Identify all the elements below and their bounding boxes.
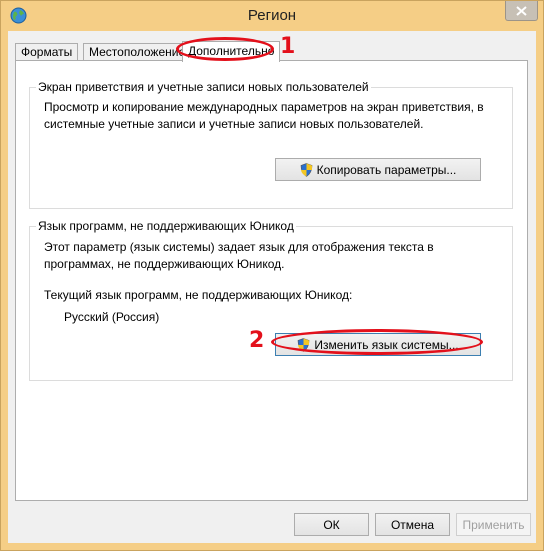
current-language-value: Русский (Россия): [64, 310, 160, 324]
uac-shield-icon: [298, 337, 310, 352]
window-title: Регион: [247, 7, 297, 24]
annotation-number-1: 1: [280, 34, 296, 59]
copy-settings-button[interactable]: Копировать параметры...: [275, 158, 481, 181]
copy-settings-label: Копировать параметры...: [316, 162, 457, 177]
unicode-group-title: Язык программ, не поддерживающих Юникод: [36, 219, 296, 233]
dialog-body: Форматы Местоположение Дополнительно Экр…: [8, 31, 536, 543]
change-system-locale-button[interactable]: Изменить язык системы...: [275, 333, 481, 356]
welcome-screen-group: Экран приветствия и учетные записи новых…: [29, 80, 513, 209]
current-language-label: Текущий язык программ, не поддерживающих…: [44, 288, 353, 302]
tab-panel-administrative: Экран приветствия и учетные записи новых…: [15, 60, 528, 501]
unicode-language-group: Язык программ, не поддерживающих Юникод …: [29, 219, 513, 381]
ok-button[interactable]: ОК: [294, 513, 369, 536]
unicode-description-line2: программах, не поддерживающих Юникод.: [44, 257, 285, 271]
apply-button[interactable]: Применить: [456, 513, 531, 536]
welcome-description-line1: Просмотр и копирование международных пар…: [44, 100, 484, 114]
tab-formats[interactable]: Форматы: [15, 43, 79, 61]
region-dialog: Регион Форматы Местоположение Дополнител…: [0, 0, 544, 551]
uac-shield-icon: [300, 162, 312, 177]
close-button[interactable]: [505, 1, 538, 21]
cancel-button[interactable]: Отмена: [375, 513, 450, 536]
change-system-locale-label: Изменить язык системы...: [314, 337, 459, 352]
unicode-description-line1: Этот параметр (язык системы) задает язык…: [44, 240, 434, 254]
close-icon: [516, 5, 527, 16]
tab-location[interactable]: Местоположение: [83, 43, 192, 61]
welcome-description-line2: системные учетные записи и учетные запис…: [44, 117, 424, 131]
title-bar[interactable]: Регион: [1, 1, 543, 31]
welcome-group-title: Экран приветствия и учетные записи новых…: [36, 80, 371, 94]
annotation-number-2: 2: [249, 328, 265, 353]
tab-administrative[interactable]: Дополнительно: [182, 41, 281, 62]
